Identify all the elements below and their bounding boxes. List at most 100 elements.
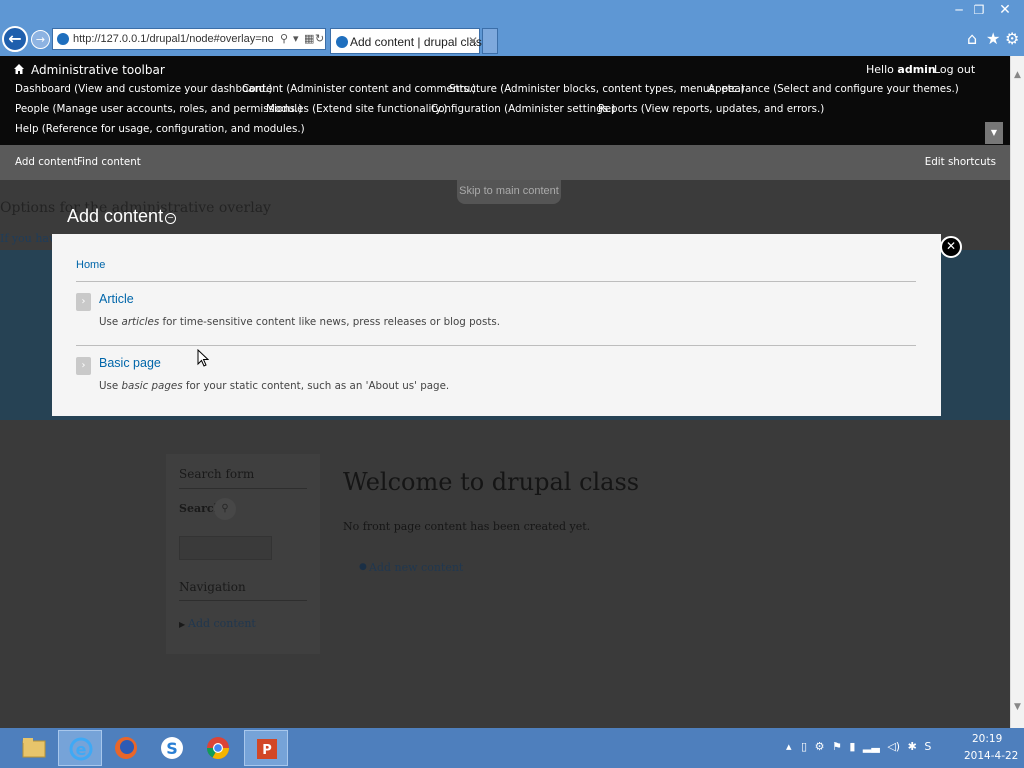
network-icon[interactable]: ▂▃ xyxy=(863,740,880,753)
powerpoint-icon: P xyxy=(257,739,277,759)
vertical-scrollbar[interactable]: ▲ ▼ xyxy=(1010,56,1024,728)
menu-structure[interactable]: Structure (Administer blocks, content ty… xyxy=(449,83,745,95)
search-input[interactable] xyxy=(179,536,272,560)
usb-icon[interactable]: ▯ xyxy=(801,740,807,753)
menu-help[interactable]: Help (Reference for usage, configuration… xyxy=(15,123,305,135)
menu-people[interactable]: People (Manage user accounts, roles, and… xyxy=(15,103,302,115)
taskbar-powerpoint[interactable]: P xyxy=(244,730,288,766)
home-icon[interactable]: ⌂ xyxy=(967,29,977,48)
overlay-close-button[interactable]: ✕ xyxy=(940,236,962,258)
page-viewport: Administrative toolbar Hello admin Log o… xyxy=(0,56,1010,728)
content-type-basic-page-description: Use basic pages for your static content,… xyxy=(99,380,450,392)
browser-chrome: ─ ❐ ✕ ← → http://127.0.0.1/drupal1/node#… xyxy=(0,0,1024,56)
skip-to-main-link[interactable]: Skip to main content xyxy=(457,180,561,204)
svg-text:P: P xyxy=(262,743,272,758)
page-sidebar: Search form Search ⚲ Navigation ▶ Add co… xyxy=(166,454,320,654)
add-new-content-link[interactable]: Add new content xyxy=(369,561,463,574)
menu-appearance[interactable]: Appearance (Select and configure your th… xyxy=(708,83,959,95)
no-content-message: No front page content has been created y… xyxy=(343,520,591,533)
sidebar-add-content-link[interactable]: Add content xyxy=(188,617,256,630)
taskbar-skype[interactable]: S xyxy=(150,730,194,766)
add-content-dialog: Home › Article Use articles for time-sen… xyxy=(52,234,941,416)
shortcut-add-content[interactable]: Add content xyxy=(15,156,78,168)
chevron-right-icon[interactable]: › xyxy=(76,293,91,311)
chevron-right-icon[interactable]: › xyxy=(76,357,91,375)
forward-button[interactable]: → xyxy=(31,30,50,49)
bullet-icon: ● xyxy=(359,562,367,572)
browser-tab[interactable]: Add content | drupal class ✕ xyxy=(330,28,488,54)
search-icon[interactable]: ⚲ xyxy=(280,32,288,45)
tray-expand-icon[interactable]: ▴ xyxy=(786,740,792,753)
taskbar: e S P ▴ ▯ ⚙ ⚑ ▮ ▂▃ ◁) ✱ S xyxy=(0,728,1024,768)
refresh-icon[interactable]: ↻ xyxy=(315,32,324,45)
shortcut-find-content[interactable]: Find content xyxy=(77,156,141,168)
compatibility-view-icon[interactable]: ▦ xyxy=(304,32,314,45)
taskbar-firefox[interactable] xyxy=(104,730,148,766)
shortcut-toggle-icon[interactable]: − xyxy=(165,213,176,224)
bullet-icon: ▶ xyxy=(179,620,186,629)
sogou-icon[interactable]: S xyxy=(924,740,931,753)
address-bar[interactable]: http://127.0.0.1/drupal1/node#overlay=no… xyxy=(52,28,326,50)
divider xyxy=(179,600,307,601)
clock-time[interactable]: 20:19 xyxy=(972,733,1002,745)
menu-modules[interactable]: Modules (Extend site functionality.) xyxy=(266,103,447,115)
breadcrumb-home-link[interactable]: Home xyxy=(76,259,105,271)
content-region xyxy=(0,420,1010,728)
speaker-icon[interactable]: ◁) xyxy=(887,740,900,753)
system-tray: ▴ ▯ ⚙ ⚑ ▮ ▂▃ ◁) ✱ S xyxy=(786,740,931,753)
navigation-heading: Navigation xyxy=(179,580,246,594)
address-url[interactable]: http://127.0.0.1/drupal1/node#overlay=no… xyxy=(73,33,273,45)
content-type-basic-page-link[interactable]: Basic page xyxy=(99,356,161,370)
chrome-icon xyxy=(207,737,229,759)
star-icon[interactable]: ★ xyxy=(986,29,1000,48)
file-explorer-icon xyxy=(22,738,46,758)
taskbar-file-explorer[interactable] xyxy=(12,730,56,766)
divider xyxy=(76,281,916,282)
logout-link[interactable]: Log out xyxy=(934,63,975,76)
close-window-button[interactable]: ✕ xyxy=(988,0,1022,20)
tab-close-icon[interactable]: ✕ xyxy=(468,34,478,48)
svg-text:e: e xyxy=(76,740,87,759)
edit-shortcuts-link[interactable]: Edit shortcuts xyxy=(925,156,996,168)
taskbar-chrome[interactable] xyxy=(196,730,240,766)
gear-icon[interactable]: ⚙ xyxy=(1005,29,1019,48)
toolbar-title[interactable]: Administrative toolbar xyxy=(31,63,165,77)
settings-tray-icon[interactable]: ⚙ xyxy=(815,740,825,753)
menu-dashboard[interactable]: Dashboard (View and customize your dashb… xyxy=(15,83,273,95)
new-tab-button[interactable] xyxy=(482,28,498,54)
mouse-cursor-icon xyxy=(197,349,209,367)
menu-reports[interactable]: Reports (View reports, updates, and erro… xyxy=(598,103,824,115)
username[interactable]: admin xyxy=(897,63,935,76)
svg-text:S: S xyxy=(166,739,178,758)
search-form-heading: Search form xyxy=(179,467,255,481)
divider xyxy=(179,488,307,489)
menu-configuration[interactable]: Configuration (Administer settings.) xyxy=(431,103,615,115)
site-favicon-icon xyxy=(57,33,69,45)
overlay-title: Add content xyxy=(67,206,164,226)
toolbar-toggle-button[interactable]: ▼ xyxy=(985,122,1003,144)
dropdown-icon[interactable]: ▾ xyxy=(293,32,299,45)
admin-toolbar: Administrative toolbar Hello admin Log o… xyxy=(0,56,1010,145)
home-icon[interactable] xyxy=(13,63,25,75)
back-button[interactable]: ← xyxy=(2,26,28,52)
content-type-article-description: Use articles for time-sensitive content … xyxy=(99,316,500,328)
ime-icon[interactable]: ✱ xyxy=(908,740,917,753)
flag-icon[interactable]: ⚑ xyxy=(832,740,842,753)
firefox-icon xyxy=(115,737,137,759)
maximize-button[interactable]: ❐ xyxy=(970,0,988,20)
content-type-article-link[interactable]: Article xyxy=(99,292,134,306)
taskbar-internet-explorer[interactable]: e xyxy=(58,730,102,766)
minimize-button[interactable]: ─ xyxy=(948,0,970,20)
power-icon[interactable]: ▮ xyxy=(849,740,855,753)
shortcuts-bar: Add content Find content Edit shortcuts xyxy=(0,145,1010,180)
skype-icon: S xyxy=(161,737,183,759)
clock-date[interactable]: 2014-4-22 xyxy=(964,750,1018,762)
scroll-down-icon[interactable]: ▼ xyxy=(1014,702,1021,712)
menu-content[interactable]: Content (Administer content and comments… xyxy=(242,83,476,95)
internet-explorer-icon: e xyxy=(69,737,93,761)
divider xyxy=(76,345,916,346)
scroll-up-icon[interactable]: ▲ xyxy=(1014,70,1021,80)
hello-user: Hello admin xyxy=(866,63,936,76)
page-title: Welcome to drupal class xyxy=(343,468,640,496)
search-button[interactable]: ⚲ xyxy=(214,498,236,520)
